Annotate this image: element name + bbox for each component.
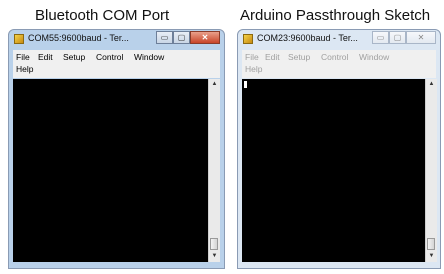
scroll-thumb[interactable] — [210, 238, 218, 250]
scroll-down-arrow-icon[interactable]: ▼ — [209, 251, 220, 262]
menu-help[interactable]: Help — [16, 64, 33, 74]
menu-bar: File Edit Setup Control Window Help — [242, 50, 436, 78]
menu-window[interactable]: Window — [359, 52, 389, 62]
minimize-button[interactable]: ▭ — [156, 31, 173, 44]
caption-bluetooth-com-port: Bluetooth COM Port — [35, 7, 170, 24]
window-title: COM55:9600baud - Ter... — [28, 33, 129, 43]
scroll-thumb[interactable] — [427, 238, 435, 250]
window-title: COM23:9600baud - Ter... — [257, 33, 358, 43]
teraterm-app-icon[interactable] — [14, 34, 24, 44]
menu-file[interactable]: File — [16, 52, 30, 62]
terminal-area[interactable] — [13, 79, 208, 262]
terminal-window-com55[interactable]: COM55:9600baud - Ter... ▭ ▢ ✕ File Edit … — [8, 29, 225, 269]
maximize-button[interactable]: ▢ — [389, 31, 406, 44]
scroll-up-arrow-icon[interactable]: ▲ — [426, 79, 437, 90]
menu-control[interactable]: Control — [321, 52, 348, 62]
menu-help[interactable]: Help — [245, 64, 262, 74]
vertical-scrollbar[interactable]: ▲ ▼ — [208, 79, 220, 262]
title-bar[interactable]: COM55:9600baud - Ter... ▭ ▢ ✕ — [9, 30, 224, 48]
close-button[interactable]: ✕ — [190, 31, 220, 44]
terminal-area[interactable] — [242, 79, 426, 262]
menu-file[interactable]: File — [245, 52, 259, 62]
menu-edit[interactable]: Edit — [38, 52, 53, 62]
vertical-scrollbar[interactable]: ▲ ▼ — [425, 79, 437, 262]
scroll-down-arrow-icon[interactable]: ▼ — [426, 251, 437, 262]
terminal-cursor — [244, 81, 247, 88]
menu-window[interactable]: Window — [134, 52, 164, 62]
terminal-window-com23[interactable]: COM23:9600baud - Ter... ▭ ▢ ✕ File Edit … — [237, 29, 441, 269]
menu-control[interactable]: Control — [96, 52, 123, 62]
close-button[interactable]: ✕ — [406, 31, 436, 44]
menu-bar: File Edit Setup Control Window Help — [13, 50, 220, 78]
maximize-button[interactable]: ▢ — [173, 31, 190, 44]
menu-setup[interactable]: Setup — [63, 52, 85, 62]
menu-setup[interactable]: Setup — [288, 52, 310, 62]
menu-edit[interactable]: Edit — [265, 52, 280, 62]
caption-arduino-passthrough-sketch: Arduino Passthrough Sketch — [240, 7, 431, 24]
teraterm-app-icon[interactable] — [243, 34, 253, 44]
title-bar[interactable]: COM23:9600baud - Ter... ▭ ▢ ✕ — [238, 30, 440, 48]
minimize-button[interactable]: ▭ — [372, 31, 389, 44]
scroll-up-arrow-icon[interactable]: ▲ — [209, 79, 220, 90]
